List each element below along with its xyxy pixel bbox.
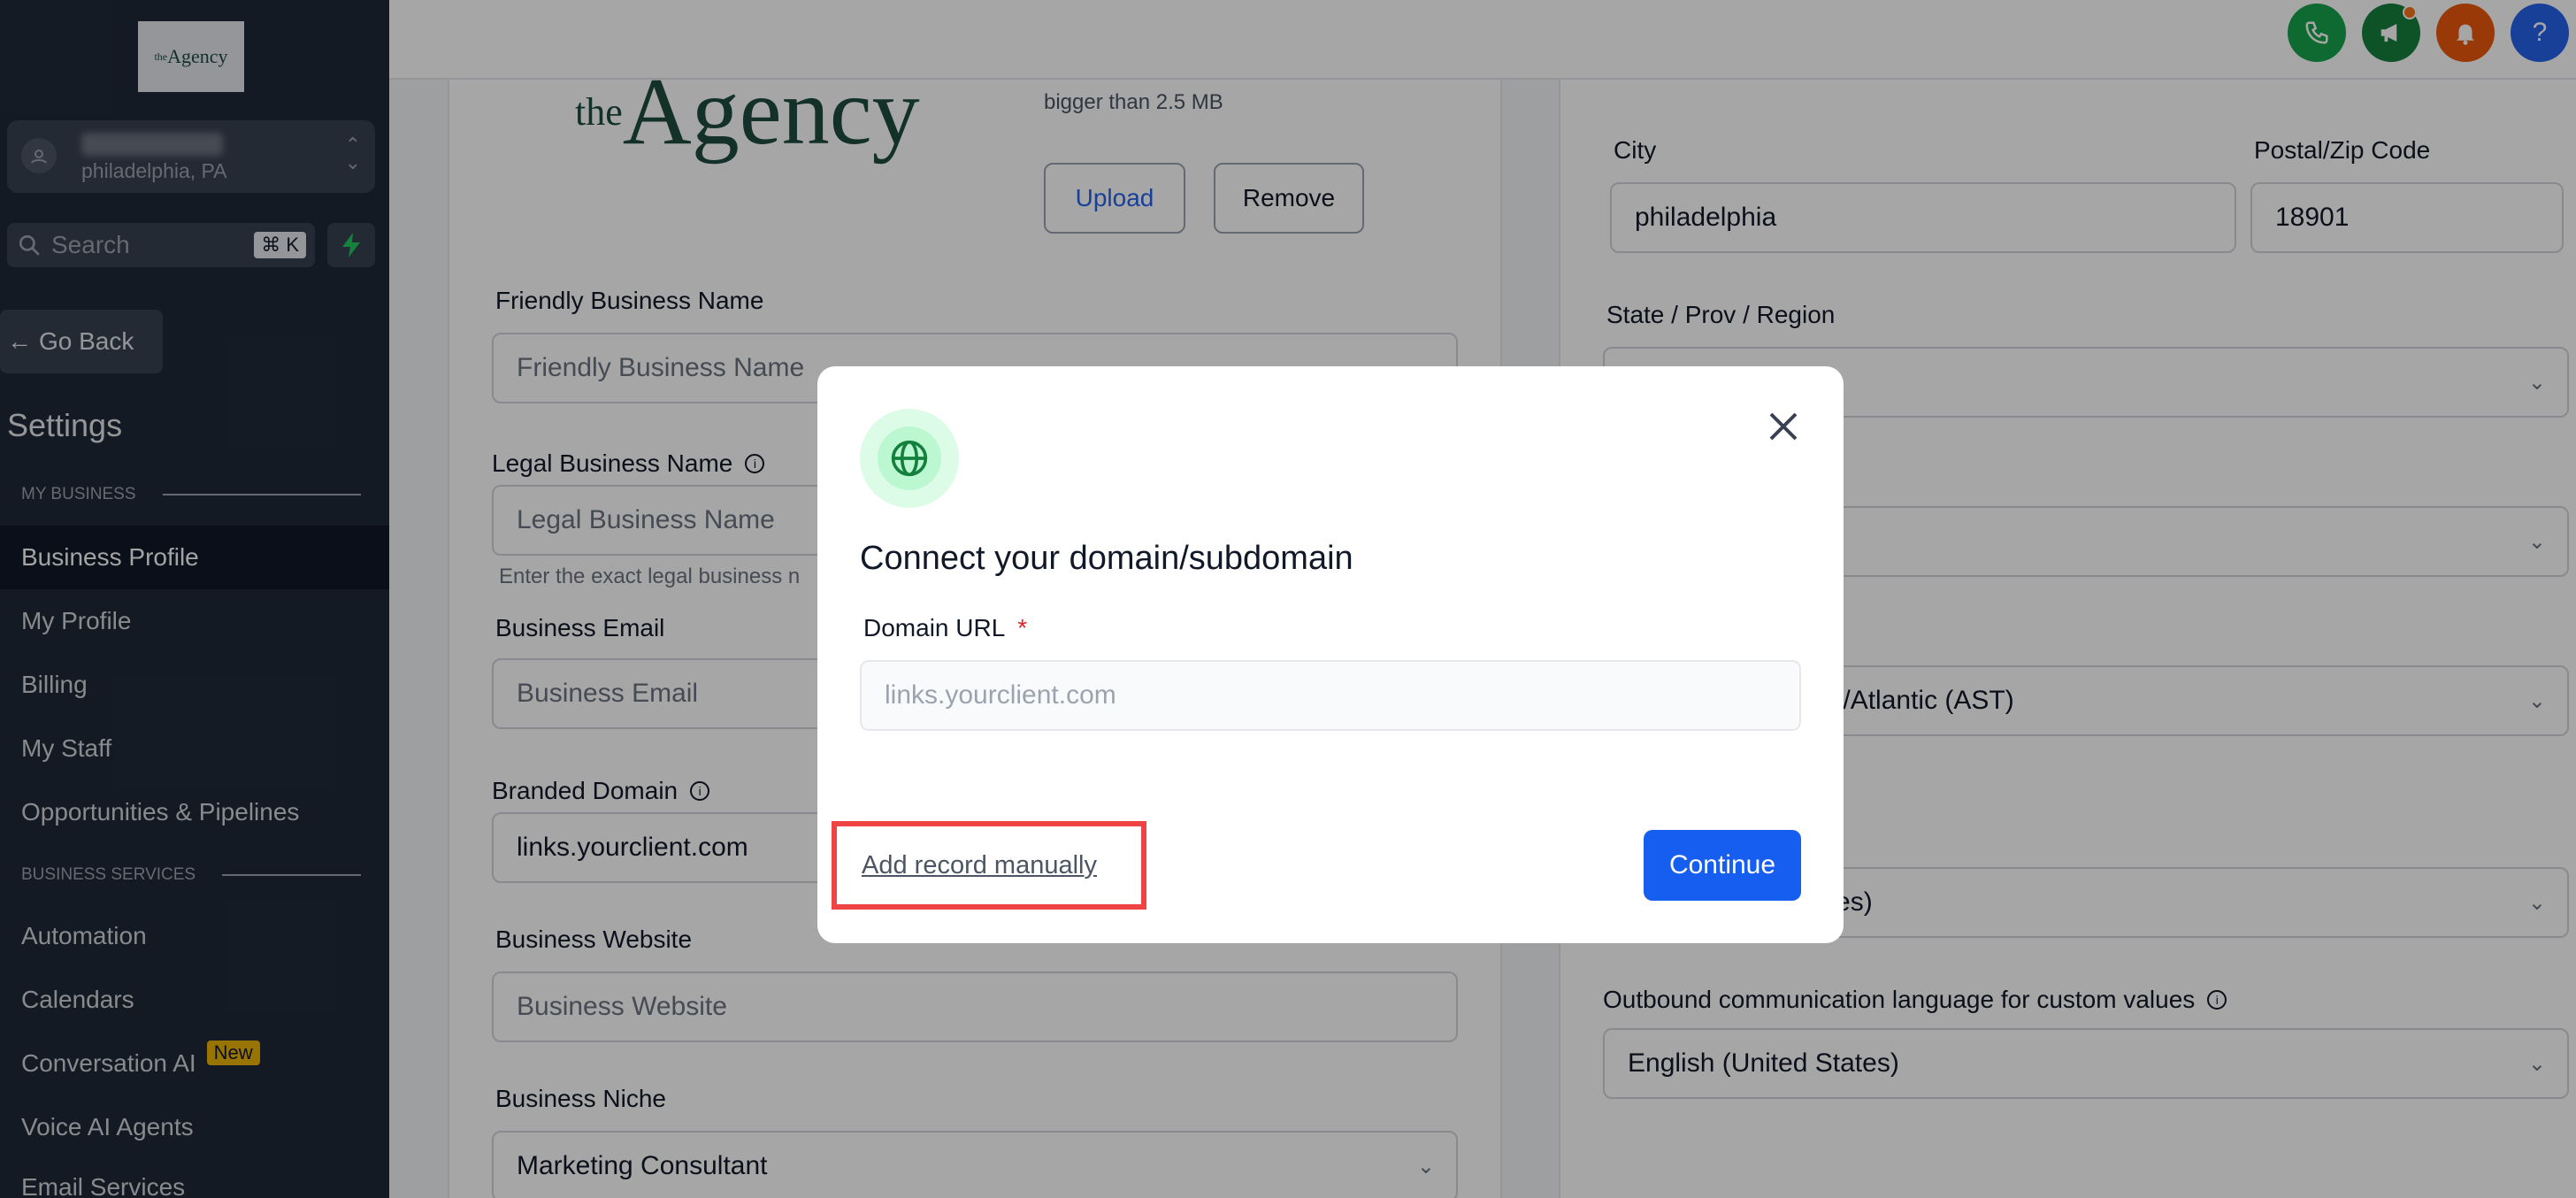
- continue-button[interactable]: Continue: [1644, 830, 1801, 901]
- globe-icon-badge: [860, 409, 959, 508]
- domain-url-input[interactable]: links.yourclient.com: [860, 660, 1801, 731]
- add-record-manually-link[interactable]: Add record manually: [862, 851, 1097, 880]
- close-icon: [1769, 412, 1798, 441]
- domain-url-label: Domain URL *: [863, 614, 1027, 642]
- domain-url-label-text: Domain URL: [863, 614, 1006, 641]
- highlight-box: Add record manually: [832, 821, 1146, 910]
- modal-title: Connect your domain/subdomain: [860, 540, 1353, 577]
- globe-icon: [891, 440, 928, 477]
- required-mark: *: [1017, 614, 1028, 641]
- close-button[interactable]: [1766, 409, 1801, 444]
- connect-domain-modal: Connect your domain/subdomain Domain URL…: [817, 366, 1844, 943]
